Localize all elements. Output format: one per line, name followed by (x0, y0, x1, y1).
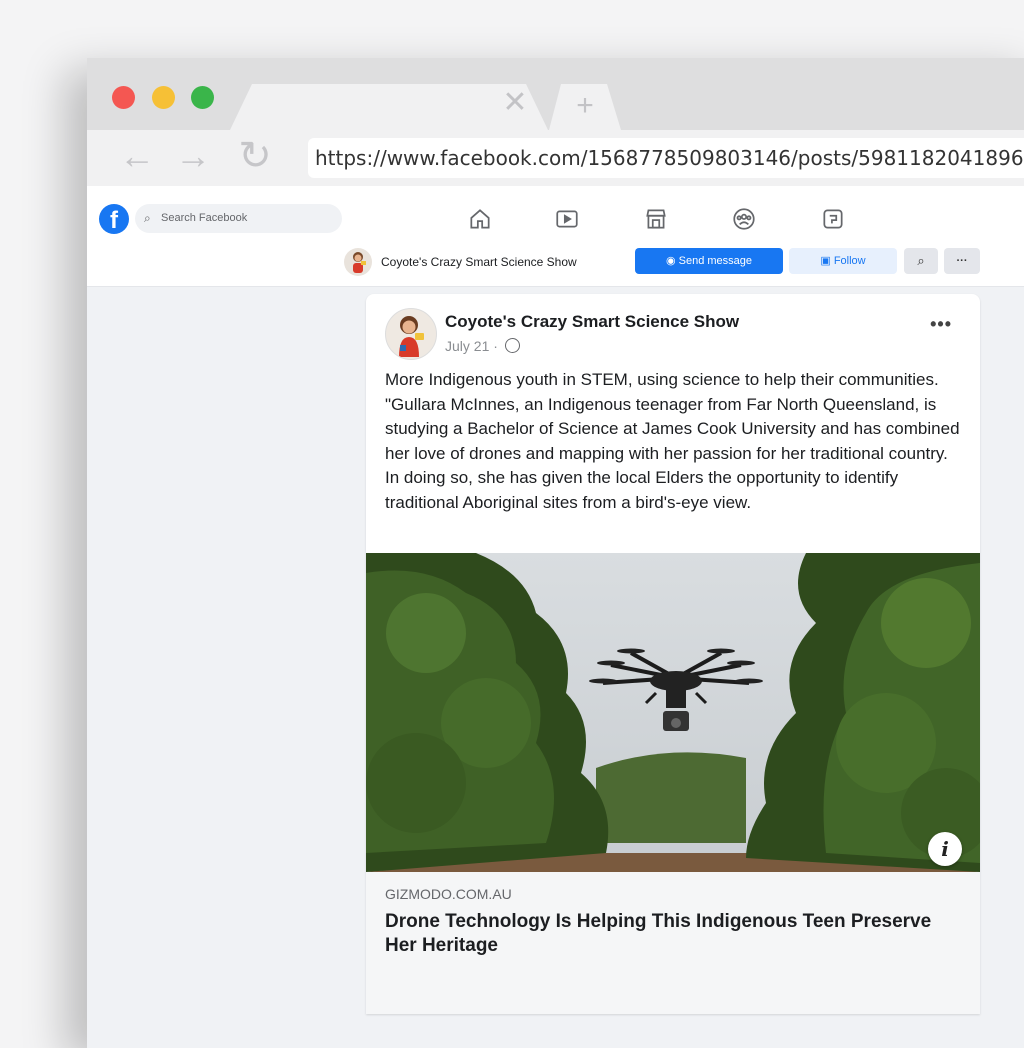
post-author-avatar[interactable] (385, 308, 437, 360)
back-arrow-icon[interactable]: ← (117, 136, 157, 176)
watch-icon[interactable] (554, 206, 580, 232)
follow-label: Follow (833, 255, 866, 267)
search-icon: ⌕ (144, 211, 151, 225)
facebook-page: f ⌕ Search Facebook Coyote's Crazy Smart… (87, 186, 1024, 1048)
new-tab-button[interactable]: + (549, 84, 621, 130)
post-author-name[interactable]: Coyote's Crazy Smart Science Show (445, 312, 739, 332)
tab-close-icon[interactable]: ✕ (500, 88, 530, 118)
page-more-button[interactable]: ··· (944, 248, 980, 274)
post-date-text: July 21 · (445, 338, 498, 354)
page-bar-title: Coyote's Crazy Smart Science Show (381, 255, 577, 269)
link-domain: GIZMODO.COM.AU (385, 886, 512, 902)
gaming-icon[interactable] (820, 206, 846, 232)
globe-icon (504, 338, 520, 353)
browser-toolbar: ← → ↻ https://www.facebook.com/156877850… (87, 130, 1024, 186)
follow-button[interactable]: ▣ Follow (789, 248, 897, 274)
post-options-button[interactable]: ••• (930, 314, 952, 335)
page-background (87, 1021, 1024, 1048)
page-avatar-small[interactable] (344, 248, 372, 276)
tab-bar: ✕ + (87, 58, 1024, 130)
page-search-icon[interactable]: ⌕ (904, 248, 938, 274)
browser-window: ✕ + ← → ↻ https://www.facebook.com/15687… (87, 58, 1024, 1048)
link-preview[interactable]: GIZMODO.COM.AU Drone Technology Is Helpi… (366, 872, 980, 1014)
close-window-button[interactable] (112, 86, 135, 109)
address-bar[interactable]: https://www.facebook.com/156877850980314… (308, 138, 1024, 178)
facebook-top-nav: f ⌕ Search Facebook (87, 186, 1024, 244)
marketplace-icon[interactable] (643, 206, 669, 232)
reload-icon[interactable]: ↻ (235, 136, 275, 176)
send-message-label: Send message (678, 255, 753, 267)
groups-icon[interactable] (731, 206, 757, 232)
search-facebook-input[interactable]: ⌕ Search Facebook (135, 204, 342, 233)
maximize-window-button[interactable] (191, 86, 214, 109)
follow-icon: ▣ (820, 255, 834, 267)
search-placeholder: Search Facebook (161, 212, 248, 224)
post-card: Coyote's Crazy Smart Science Show July 2… (366, 294, 980, 1014)
post-text: More Indigenous youth in STEM, using sci… (385, 370, 960, 512)
page-header-bar: Coyote's Crazy Smart Science Show ◉ Send… (87, 243, 1024, 287)
info-icon[interactable]: i (928, 832, 962, 866)
facebook-logo-icon[interactable]: f (99, 204, 129, 234)
home-icon[interactable] (467, 206, 493, 232)
send-message-button[interactable]: ◉ Send message (635, 248, 783, 274)
link-headline[interactable]: Drone Technology Is Helping This Indigen… (385, 910, 945, 958)
messenger-icon: ◉ (665, 255, 679, 267)
post-date: July 21 · (445, 338, 520, 354)
minimize-window-button[interactable] (152, 86, 175, 109)
post-image[interactable]: i (366, 553, 980, 872)
forward-arrow-icon[interactable]: → (173, 136, 213, 176)
